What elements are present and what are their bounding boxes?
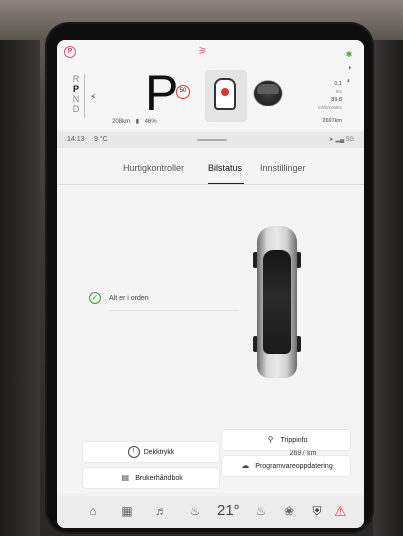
battery-percent: 46% (144, 119, 157, 125)
trip-distance: 0,1 (334, 81, 342, 87)
taskbar: ⌂ ▦ ♬ ♨ 21° ♨ ❀ ⛨ ⚠ (57, 496, 364, 528)
manual-label: Brukerhåndbok (135, 474, 183, 482)
car-top-view (253, 226, 301, 378)
car-icon[interactable]: ⛨ (307, 504, 327, 519)
auto-light-icon: ◐ (346, 76, 352, 85)
driver-display: P ⚞ R P N D ⚡ P 50 208km ▮ 46% ✱ ◑ ◐ 0,1… (57, 40, 364, 130)
tire-pressure-label: Dekktrykk (143, 448, 175, 456)
signal-indicator: ➤ ▂▄ 5G (329, 136, 354, 143)
efficiency-value: 89,8 (331, 97, 342, 103)
fan-control-icon[interactable]: ❀ (279, 504, 299, 518)
range-km: 208km (112, 119, 131, 125)
software-update-label: Programvareoppdatering (255, 462, 333, 470)
trip-stats: 0,1 km 89,8 kWh/100km (318, 80, 342, 112)
location-icon: ➤ (328, 137, 334, 143)
hazard-warning-icon[interactable]: ⚠ (334, 503, 347, 520)
efficiency-unit: kWh/100km (318, 105, 342, 110)
battery-icon: ▮ (135, 119, 139, 125)
seat-heat-right-icon[interactable]: ♨ (251, 504, 271, 518)
gear-p: P (72, 84, 79, 94)
gear-selector: R P N D (71, 74, 81, 114)
network-label: 5G (345, 137, 354, 143)
tab-quick-controls[interactable]: Hurtigkontroller (123, 163, 184, 173)
trip-info-button[interactable]: ⚲ Trippinfo (222, 430, 350, 450)
drag-handle[interactable] (197, 139, 227, 141)
status-message: Alt er i orden (109, 295, 149, 302)
tab-settings[interactable]: Innstillinger (260, 163, 306, 173)
book-icon: ▤ (121, 473, 130, 482)
tab-divider (57, 184, 364, 185)
gear-indicator-bar (84, 74, 85, 118)
parking-brake-icon: P (64, 46, 76, 58)
clock: 14:13 (67, 136, 85, 143)
gear-d: D (72, 104, 80, 114)
driver-odometer: 2697km (322, 118, 342, 124)
indicator-icons: ✱ ◑ ◐ (342, 48, 356, 87)
charge-port-icon (214, 78, 236, 110)
charging-bolt-icon: ⚡ (90, 92, 97, 102)
photo-left-trim (0, 40, 40, 536)
check-circle-icon: ✓ (89, 292, 101, 304)
apps-grid-icon[interactable]: ▦ (117, 504, 137, 518)
status-divider (109, 310, 239, 311)
speed-limit-sign: 50 (176, 85, 190, 99)
volume-icon[interactable]: ♬ (151, 504, 171, 518)
outside-temperature: 9 °C (94, 136, 108, 143)
trip-route-icon: ⚲ (267, 435, 274, 444)
seatbelt-warning-icon: ⚞ (198, 46, 207, 57)
tire-pressure-button[interactable]: ! Dekktrykk (83, 442, 219, 462)
car-thumbnail-icon (251, 78, 285, 106)
gear-n: N (72, 94, 80, 104)
fan-icon: ✱ (345, 50, 353, 59)
tab-bar: Hurtigkontroller Bilstatus Innstillinger (57, 158, 364, 180)
car-roof-glass (263, 250, 291, 354)
tab-vehicle-status[interactable]: Bilstatus (208, 163, 242, 173)
manual-button[interactable]: ▤ Brukerhåndbok (83, 468, 219, 488)
range-readout: 208km ▮ 46% (112, 118, 161, 125)
photo-right-trim (373, 40, 403, 536)
headlight-icon: ◑ (346, 63, 352, 72)
car-body (257, 226, 297, 378)
active-gear-display: P (145, 65, 179, 121)
infotainment-screen: P ⚞ R P N D ⚡ P 50 208km ▮ 46% ✱ ◑ ◐ 0,1… (57, 40, 364, 528)
trip-distance-unit: km (336, 89, 342, 94)
cabin-temperature[interactable]: 21° (217, 502, 240, 519)
seat-heat-left-icon[interactable]: ♨ (185, 504, 205, 518)
cloud-icon: ☁ (241, 461, 250, 470)
software-update-button[interactable]: ☁ Programvareoppdatering (222, 456, 350, 476)
signal-bars-icon: ▂▄ (335, 137, 345, 143)
home-icon[interactable]: ⌂ (83, 504, 103, 518)
gear-r: R (72, 74, 80, 84)
status-bar: 14:13 9 °C ➤ ▂▄ 5G (57, 132, 364, 148)
tire-pressure-icon: ! (127, 446, 140, 458)
trip-info-label: Trippinfo (280, 436, 308, 444)
